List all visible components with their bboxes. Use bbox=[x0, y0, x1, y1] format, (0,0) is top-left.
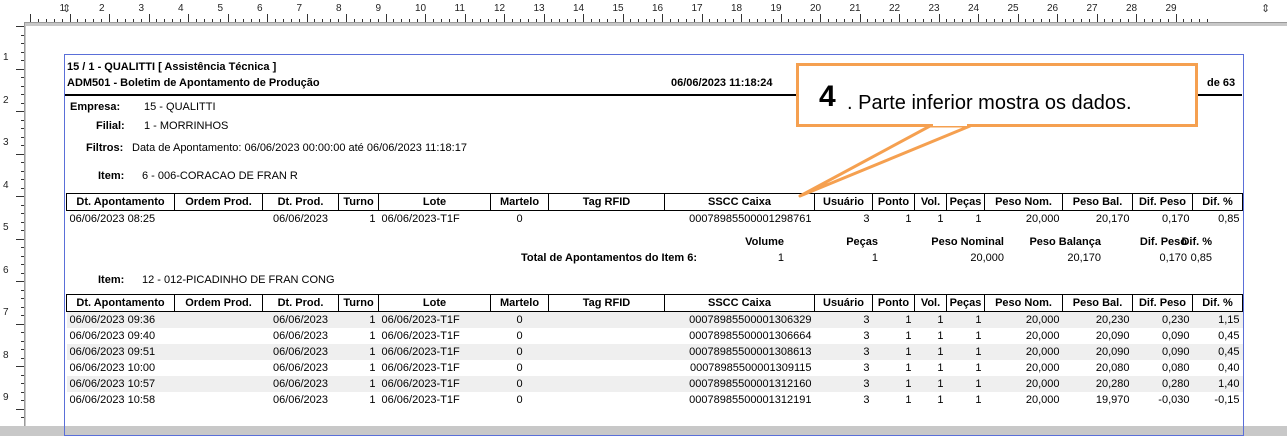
callout-number: 4 bbox=[819, 80, 836, 113]
callout-text: . Parte inferior mostra os dados. bbox=[847, 92, 1132, 114]
callout-box: 4 . Parte inferior mostra os dados. bbox=[796, 63, 1198, 127]
